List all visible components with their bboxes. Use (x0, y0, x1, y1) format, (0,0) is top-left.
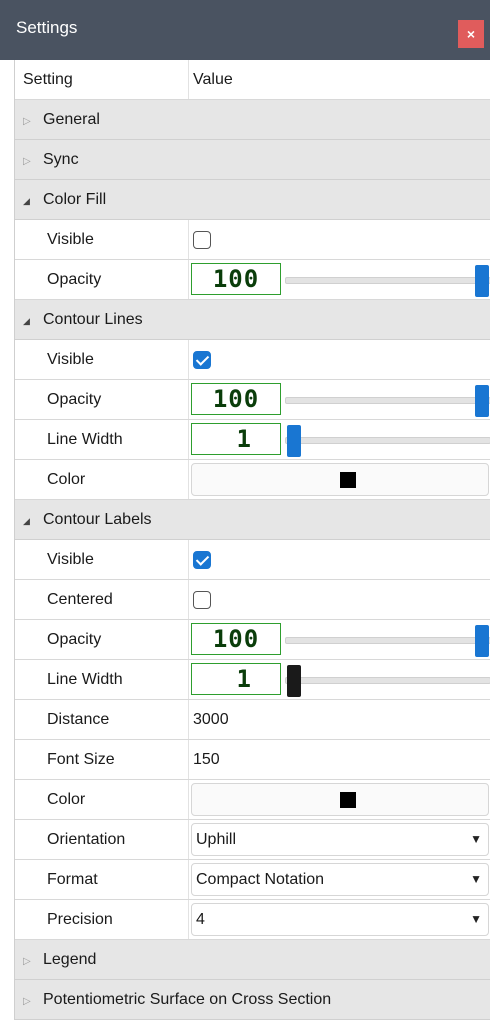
property-label: Opacity (15, 260, 189, 299)
title-bar: Settings × (0, 0, 490, 60)
caret-down-icon: ▼ (470, 872, 482, 886)
precision-dropdown[interactable]: 4 ▼ (191, 903, 489, 936)
group-sync[interactable]: ▷ Sync (15, 140, 490, 180)
window-title: Settings (16, 18, 78, 37)
font-size-value[interactable]: 150 (189, 740, 490, 779)
property-label: Line Width (15, 660, 189, 699)
contour-labels-visible-row: Visible (15, 540, 490, 580)
grid-header: Setting Value (15, 60, 490, 100)
header-value: Value (193, 71, 233, 88)
property-label: Color (15, 460, 189, 499)
group-color-fill[interactable]: ◢ Color Fill (15, 180, 490, 220)
property-label: Precision (15, 900, 189, 939)
opacity-slider-thumb[interactable] (475, 385, 489, 417)
opacity-slider-track[interactable] (285, 397, 490, 404)
contour-labels-color-row: Color (15, 780, 490, 820)
color-picker-button[interactable] (191, 783, 489, 816)
property-label: Opacity (15, 380, 189, 419)
header-setting: Setting (15, 60, 189, 99)
line-width-slider-thumb[interactable] (287, 425, 301, 457)
group-label: Legend (43, 951, 97, 968)
contour-labels-distance-row: Distance 3000 (15, 700, 490, 740)
contour-labels-font-size-row: Font Size 150 (15, 740, 490, 780)
property-label: Opacity (15, 620, 189, 659)
opacity-slider-thumb[interactable] (475, 265, 489, 297)
property-label: Font Size (15, 740, 189, 779)
contour-labels-centered-row: Centered (15, 580, 490, 620)
distance-value[interactable]: 3000 (189, 700, 490, 739)
contour-labels-centered-checkbox[interactable] (193, 591, 211, 609)
contour-labels-precision-row: Precision 4 ▼ (15, 900, 490, 940)
expand-arrow-icon[interactable]: ▷ (23, 942, 43, 982)
group-legend[interactable]: ▷ Legend (15, 940, 490, 980)
opacity-numeric-display[interactable]: 100 (191, 383, 281, 415)
expand-arrow-icon[interactable]: ▷ (23, 102, 43, 142)
color-swatch (340, 472, 356, 488)
line-width-slider-track[interactable] (285, 677, 490, 684)
property-label: Line Width (15, 420, 189, 459)
expand-arrow-icon[interactable]: ▷ (23, 142, 43, 182)
color-swatch (340, 792, 356, 808)
group-label: General (43, 111, 100, 128)
contour-lines-opacity-row: Opacity 100 (15, 380, 490, 420)
expand-arrow-icon[interactable]: ▷ (23, 982, 43, 1022)
line-width-slider-thumb[interactable] (287, 665, 301, 697)
color-fill-visible-checkbox[interactable] (193, 231, 211, 249)
settings-window: Settings × Setting Value ▷ General ▷ Sync … (0, 0, 490, 1020)
color-picker-button[interactable] (191, 463, 489, 496)
opacity-slider-thumb[interactable] (475, 625, 489, 657)
property-label: Visible (15, 540, 189, 579)
close-button[interactable]: × (458, 20, 484, 48)
group-general[interactable]: ▷ General (15, 100, 490, 140)
group-contour-lines[interactable]: ◢ Contour Lines (15, 300, 490, 340)
opacity-slider-track[interactable] (285, 637, 490, 644)
collapse-arrow-icon[interactable]: ◢ (23, 501, 43, 541)
dropdown-value: Compact Notation (196, 871, 325, 888)
caret-down-icon: ▼ (470, 832, 482, 846)
property-label: Color (15, 780, 189, 819)
dropdown-value: 4 (196, 911, 205, 928)
contour-lines-visible-checkbox[interactable] (193, 351, 211, 369)
property-label: Orientation (15, 820, 189, 859)
contour-labels-line-width-row: Line Width 1 (15, 660, 490, 700)
line-width-slider-track[interactable] (285, 437, 490, 444)
color-fill-opacity-row: Opacity 100 (15, 260, 490, 300)
dropdown-value: Uphill (196, 831, 237, 848)
color-fill-visible-row: Visible (15, 220, 490, 260)
line-width-numeric-display[interactable]: 1 (191, 423, 281, 455)
contour-lines-line-width-row: Line Width 1 (15, 420, 490, 460)
group-label: Color Fill (43, 191, 107, 208)
property-label: Centered (15, 580, 189, 619)
contour-lines-color-row: Color (15, 460, 490, 500)
opacity-slider-track[interactable] (285, 277, 490, 284)
orientation-dropdown[interactable]: Uphill ▼ (191, 823, 489, 856)
contour-labels-format-row: Format Compact Notation ▼ (15, 860, 490, 900)
contour-labels-visible-checkbox[interactable] (193, 551, 211, 569)
property-label: Distance (15, 700, 189, 739)
group-label: Contour Lines (43, 311, 143, 328)
group-contour-labels[interactable]: ◢ Contour Labels (15, 500, 490, 540)
property-grid: Setting Value ▷ General ▷ Sync ◢ Color Fill… (14, 60, 490, 1020)
contour-labels-opacity-row: Opacity 100 (15, 620, 490, 660)
group-potentiometric-surface[interactable]: ▷ Potentiometric Surface on Cross Section (15, 980, 490, 1020)
group-label: Sync (43, 151, 79, 168)
group-label: Potentiometric Surface on Cross Section (43, 991, 332, 1008)
caret-down-icon: ▼ (470, 912, 482, 926)
collapse-arrow-icon[interactable]: ◢ (23, 181, 43, 221)
property-label: Visible (15, 340, 189, 379)
property-label: Format (15, 860, 189, 899)
contour-lines-visible-row: Visible (15, 340, 490, 380)
collapse-arrow-icon[interactable]: ◢ (23, 301, 43, 341)
group-label: Contour Labels (43, 511, 152, 528)
property-label: Visible (15, 220, 189, 259)
opacity-numeric-display[interactable]: 100 (191, 623, 281, 655)
opacity-numeric-display[interactable]: 100 (191, 263, 281, 295)
contour-labels-orientation-row: Orientation Uphill ▼ (15, 820, 490, 860)
format-dropdown[interactable]: Compact Notation ▼ (191, 863, 489, 896)
line-width-numeric-display[interactable]: 1 (191, 663, 281, 695)
